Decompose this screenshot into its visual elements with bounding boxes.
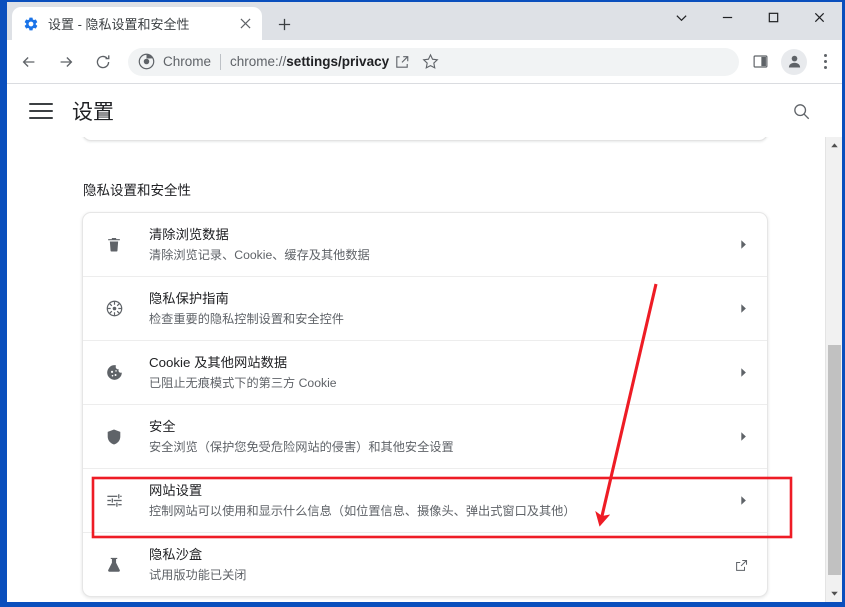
maximize-button[interactable]	[750, 2, 796, 32]
back-button[interactable]	[14, 47, 44, 77]
omnibox-scheme-label: Chrome	[163, 54, 212, 69]
tab-strip: 设置 - 隐私设置和安全性	[7, 2, 842, 40]
new-tab-button[interactable]	[271, 11, 297, 37]
reload-button[interactable]	[88, 47, 118, 77]
browser-window: 设置 - 隐私设置和安全性 Chrome chrome://settings/p…	[0, 0, 845, 607]
close-button[interactable]	[796, 2, 842, 32]
row-title: 网站设置	[149, 482, 203, 498]
share-icon[interactable]	[389, 49, 415, 75]
vertical-scrollbar[interactable]	[825, 137, 842, 602]
chevron-right-icon[interactable]	[738, 367, 749, 378]
star-icon[interactable]	[417, 49, 443, 75]
gear-icon	[23, 16, 39, 32]
tab-title: 设置 - 隐私设置和安全性	[48, 17, 190, 32]
window-content: 设置 - 隐私设置和安全性 Chrome chrome://settings/p…	[7, 2, 842, 602]
omnibox-actions	[389, 49, 445, 75]
omnibox-url: chrome://settings/privacy	[230, 54, 389, 69]
row-title: 隐私沙盒	[149, 547, 203, 563]
row-title: Cookie 及其他网站数据	[149, 354, 288, 370]
chevron-right-icon[interactable]	[738, 239, 749, 250]
page-title: 设置	[72, 101, 114, 124]
chrome-icon	[138, 53, 155, 70]
privacy-guide-icon	[103, 298, 125, 320]
close-icon[interactable]	[234, 13, 256, 35]
cookie-icon	[103, 362, 125, 384]
chevron-right-icon[interactable]	[738, 495, 749, 506]
tab-search-button[interactable]	[658, 2, 704, 32]
row-subtitle: 检查重要的隐私控制设置和安全控件	[149, 311, 344, 326]
row-text: 清除浏览数据 清除浏览记录、Cookie、缓存及其他数据	[149, 225, 738, 265]
row-text: 隐私保护指南 检查重要的隐私控制设置和安全控件	[149, 289, 738, 329]
settings-row-clear-browsing-data[interactable]: 清除浏览数据 清除浏览记录、Cookie、缓存及其他数据	[83, 213, 767, 277]
row-subtitle: 已阻止无痕模式下的第三方 Cookie	[149, 375, 337, 390]
forward-button[interactable]	[51, 47, 81, 77]
sliders-icon	[103, 490, 125, 512]
chevron-right-icon[interactable]	[738, 303, 749, 314]
row-text: 网站设置 控制网站可以使用和显示什么信息（如位置信息、摄像头、弹出式窗口及其他）	[149, 481, 738, 521]
settings-row-site-settings[interactable]: 网站设置 控制网站可以使用和显示什么信息（如位置信息、摄像头、弹出式窗口及其他）	[83, 469, 767, 533]
row-text: Cookie 及其他网站数据 已阻止无痕模式下的第三方 Cookie	[149, 353, 738, 393]
row-subtitle: 控制网站可以使用和显示什么信息（如位置信息、摄像头、弹出式窗口及其他）	[149, 503, 576, 518]
row-text: 隐私沙盒 试用版功能已关闭	[149, 545, 734, 585]
hamburger-icon[interactable]	[29, 99, 53, 123]
side-panel-icon[interactable]	[745, 47, 775, 77]
chevron-right-icon[interactable]	[738, 431, 749, 442]
settings-header: 设置	[7, 85, 842, 137]
row-title: 隐私保护指南	[149, 290, 229, 306]
external-link-icon[interactable]	[734, 558, 749, 573]
settings-row-cookies[interactable]: Cookie 及其他网站数据 已阻止无痕模式下的第三方 Cookie	[83, 341, 767, 405]
window-controls	[658, 2, 842, 40]
trash-icon	[103, 234, 125, 256]
scrollbar-thumb[interactable]	[828, 345, 841, 575]
minimize-button[interactable]	[704, 2, 750, 32]
row-subtitle: 安全浏览（保护您免受危险网站的侵害）和其他安全设置	[149, 439, 454, 454]
browser-toolbar: Chrome chrome://settings/privacy	[7, 40, 842, 84]
settings-row-privacy-sandbox[interactable]: 隐私沙盒 试用版功能已关闭	[83, 533, 767, 596]
row-title: 安全	[149, 418, 176, 434]
url-prefix: chrome://	[230, 54, 287, 69]
row-subtitle: 试用版功能已关闭	[149, 568, 247, 583]
scroll-up-arrow-icon[interactable]	[826, 137, 842, 154]
section-title: 隐私设置和安全性	[83, 183, 191, 198]
search-icon[interactable]	[788, 98, 814, 124]
settings-content: 隐私设置和安全性 清除浏览数据 清除浏览记录、Cookie、缓存及其他数据 隐私…	[7, 137, 842, 602]
url-path: settings/privacy	[286, 54, 390, 69]
row-text: 安全 安全浏览（保护您免受危险网站的侵害）和其他安全设置	[149, 417, 738, 457]
row-title: 清除浏览数据	[149, 226, 229, 242]
scroll-down-arrow-icon[interactable]	[826, 585, 842, 602]
browser-tab[interactable]: 设置 - 隐私设置和安全性	[12, 7, 262, 40]
privacy-settings-card: 清除浏览数据 清除浏览记录、Cookie、缓存及其他数据 隐私保护指南 检查重要…	[82, 212, 768, 597]
settings-row-security[interactable]: 安全 安全浏览（保护您免受危险网站的侵害）和其他安全设置	[83, 405, 767, 469]
avatar[interactable]	[781, 48, 807, 75]
settings-row-privacy-guide[interactable]: 隐私保护指南 检查重要的隐私控制设置和安全控件	[83, 277, 767, 341]
previous-card-edge	[82, 137, 768, 141]
shield-icon	[103, 426, 125, 448]
three-dot-menu-icon[interactable]	[811, 47, 839, 77]
address-bar[interactable]: Chrome chrome://settings/privacy	[128, 47, 739, 76]
flask-icon	[103, 554, 125, 576]
row-subtitle: 清除浏览记录、Cookie、缓存及其他数据	[149, 247, 370, 262]
omnibox-separator	[220, 53, 222, 70]
